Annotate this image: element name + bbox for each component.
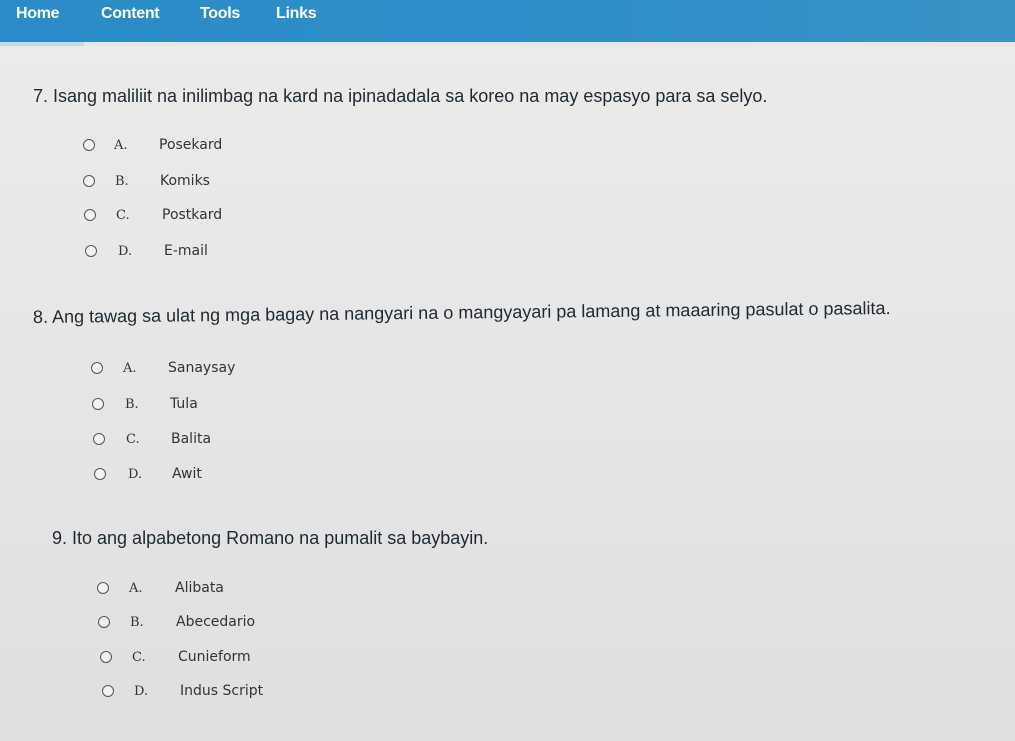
radio-button[interactable] [97, 582, 109, 594]
option-letter: C. [132, 649, 146, 665]
question-8-option-b[interactable]: B. Tula [92, 393, 198, 415]
radio-button[interactable] [94, 468, 106, 480]
option-label: Awit [172, 466, 202, 482]
question-9-option-c[interactable]: C. Cunieform [100, 646, 251, 668]
option-letter: C. [126, 431, 140, 447]
question-7-text: 7. Isang maliliit na inilimbag na kard n… [33, 86, 768, 106]
option-label: Balita [171, 431, 212, 447]
radio-button[interactable] [102, 685, 114, 697]
nav-content[interactable]: Content [101, 5, 160, 23]
question-8-option-a[interactable]: A. Sanaysay [91, 357, 235, 379]
radio-button[interactable] [100, 651, 112, 663]
top-nav-bar: Home Content Tools Links [0, 0, 1015, 42]
radio-button[interactable] [98, 616, 110, 628]
option-label: Sanaysay [168, 360, 236, 376]
option-letter: D. [128, 466, 143, 482]
radio-button[interactable] [83, 139, 95, 151]
option-label: Abecedario [176, 614, 256, 630]
nav-links[interactable]: Links [276, 5, 317, 23]
question-7-option-b[interactable]: B. Komiks [83, 170, 210, 192]
nav-tools[interactable]: Tools [200, 5, 240, 23]
option-label: Tula [170, 396, 198, 412]
question-8-option-d[interactable]: D. Awit [94, 463, 202, 485]
question-7-option-c[interactable]: C. Postkard [84, 204, 222, 226]
option-label: Alibata [175, 580, 224, 596]
option-label: E-mail [164, 243, 208, 259]
option-letter: A. [123, 360, 137, 376]
option-label: Komiks [160, 173, 210, 189]
radio-button[interactable] [91, 362, 103, 374]
question-9-option-a[interactable]: A. Alibata [97, 577, 224, 599]
option-letter: A. [129, 580, 143, 596]
question-9-option-d[interactable]: D. Indus Script [102, 680, 263, 702]
quiz-content [0, 46, 1015, 741]
radio-button[interactable] [83, 175, 95, 187]
option-letter: B. [130, 614, 144, 630]
question-7-option-d[interactable]: D. E-mail [85, 240, 208, 262]
option-label: Postkard [162, 207, 223, 223]
option-label: Posekard [159, 137, 223, 153]
option-label: Cunieform [178, 649, 251, 665]
option-letter: D. [134, 683, 149, 699]
question-8-option-c[interactable]: C. Balita [93, 428, 211, 450]
radio-button[interactable] [84, 209, 96, 221]
question-9-option-b[interactable]: B. Abecedario [98, 611, 255, 633]
option-letter: B. [125, 396, 139, 412]
nav-home[interactable]: Home [16, 5, 60, 23]
option-letter: B. [115, 173, 129, 189]
option-letter: D. [118, 243, 133, 259]
radio-button[interactable] [93, 433, 105, 445]
radio-button[interactable] [92, 398, 104, 410]
option-label: Indus Script [180, 683, 264, 699]
option-letter: C. [116, 207, 130, 223]
option-letter: A. [114, 137, 128, 153]
question-7-option-a[interactable]: A. Posekard [83, 134, 222, 156]
radio-button[interactable] [85, 245, 97, 257]
question-9-text: 9. Ito ang alpabetong Romano na pumalit … [52, 528, 489, 548]
